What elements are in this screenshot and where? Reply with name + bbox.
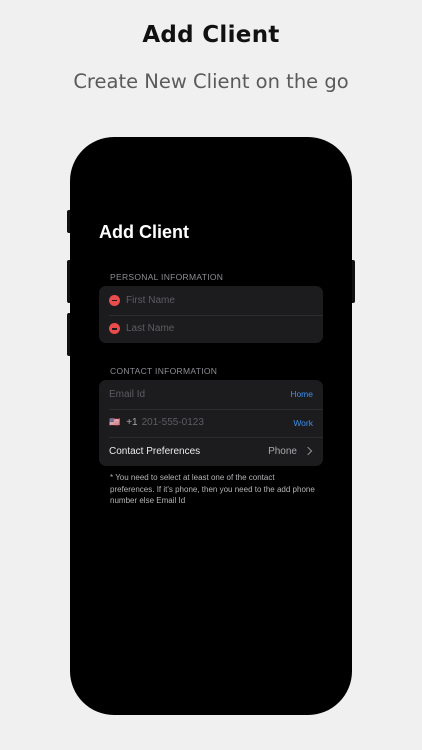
chevron-right-icon bbox=[303, 447, 313, 456]
email-type-tag[interactable]: Home bbox=[290, 389, 313, 399]
contact-preferences-note: * You need to select at least one of the… bbox=[110, 473, 315, 505]
personal-info-card: First Name Last Name bbox=[99, 286, 323, 343]
phone-placeholder: 201-555-0123 bbox=[141, 417, 204, 429]
contact-info-card: Email Id Home 🇺🇸 +1 201-555-0123 Work Co… bbox=[99, 380, 323, 466]
last-name-field[interactable]: Last Name bbox=[99, 314, 323, 344]
contact-preferences-row[interactable]: Contact Preferences Phone bbox=[99, 437, 323, 466]
marketing-headline: Add Client bbox=[142, 22, 280, 48]
page-title: Add Client bbox=[99, 222, 189, 242]
personal-section-label: PERSONAL INFORMATION bbox=[110, 272, 224, 282]
contact-preferences-value: Phone bbox=[268, 445, 297, 457]
email-field[interactable]: Email Id Home bbox=[99, 380, 323, 409]
phone-type-tag[interactable]: Work bbox=[293, 418, 313, 428]
last-name-placeholder: Last Name bbox=[126, 323, 175, 335]
first-name-placeholder: First Name bbox=[126, 294, 175, 306]
email-placeholder: Email Id bbox=[109, 388, 146, 400]
flag-icon[interactable]: 🇺🇸 bbox=[109, 417, 120, 428]
remove-icon[interactable] bbox=[109, 323, 120, 335]
marketing-subheadline: Create New Client on the go bbox=[73, 70, 349, 93]
phone-field[interactable]: 🇺🇸 +1 201-555-0123 Work bbox=[99, 408, 323, 438]
first-name-field[interactable]: First Name bbox=[99, 286, 323, 315]
country-code[interactable]: +1 bbox=[126, 417, 137, 428]
contact-section-label: CONTACT INFORMATION bbox=[110, 366, 218, 376]
remove-icon[interactable] bbox=[109, 294, 120, 306]
contact-preferences-label: Contact Preferences bbox=[109, 445, 201, 457]
